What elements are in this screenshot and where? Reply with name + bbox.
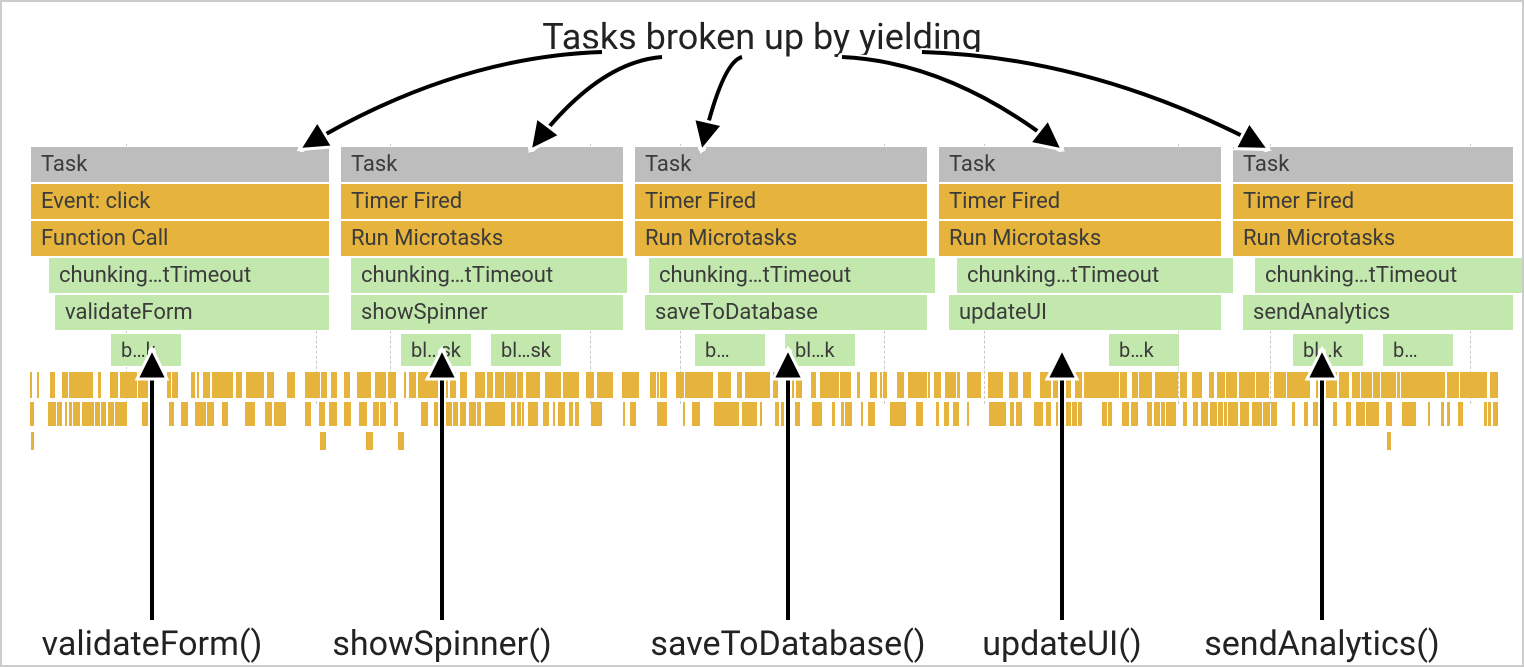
task-bar: Task [1232, 146, 1514, 183]
flame-row: Function Call Run Microtasks Run Microtask… [30, 220, 1498, 257]
flame-row: Event: click Timer Fired Timer Fired Timer … [30, 183, 1498, 220]
microtask-bar: Run Microtasks [938, 220, 1222, 257]
callout-label: validateForm() [42, 624, 263, 664]
flame-row: chunking…tTimeout chunking…tTimeout chunki… [30, 257, 1498, 294]
callout-label: showSpinner() [332, 624, 551, 664]
block-bar: b…k [110, 333, 182, 367]
microtask-bar: Run Microtasks [634, 220, 928, 257]
flame-chart: TaskTaskTaskTaskTaskEvent: clickTimer Fi… [30, 146, 1498, 458]
block-bar: bl…sk [400, 333, 472, 367]
arrow-down-icon [702, 57, 742, 148]
arrow-down-icon [842, 57, 1060, 148]
block-bar: bl…k [1292, 333, 1364, 367]
callout-label: sendAnalytics() [1204, 624, 1440, 664]
event-bar: Timer Fired [1232, 183, 1514, 220]
block-bar: b… [694, 333, 766, 367]
function-bar: updateUI [948, 294, 1222, 331]
function-bar: validateForm [54, 294, 330, 331]
chunking-bar: chunking…tTimeout [1254, 257, 1524, 294]
task-bar: Task [30, 146, 330, 183]
callout-label: updateUI() [982, 624, 1141, 664]
task-bar: Task [634, 146, 928, 183]
flame-row: b…k bl…sk bl…sk b… bl…k b…k bl…k b… [30, 331, 1498, 368]
block-bar: b… [1382, 333, 1454, 367]
activity-bars [30, 372, 1498, 458]
arrow-down-icon [532, 57, 662, 148]
chunking-bar: chunking…tTimeout [956, 257, 1234, 294]
callout-label: saveToDatabase() [650, 624, 925, 664]
bottom-labels: validateForm() showSpinner() saveToDatabas… [2, 624, 1524, 664]
block-bar: b…k [1108, 333, 1180, 367]
chunking-bar: chunking…tTimeout [350, 257, 628, 294]
microtask-bar: Run Microtasks [340, 220, 624, 257]
function-bar: saveToDatabase [644, 294, 928, 331]
microtask-bar: Function Call [30, 220, 330, 257]
diagram-frame: Tasks broken up by yielding Task Task Task… [0, 0, 1524, 667]
block-bar: bl…k [784, 333, 856, 367]
event-bar: Timer Fired [634, 183, 928, 220]
task-bar: Task [938, 146, 1222, 183]
microtask-bar: Run Microtasks [1232, 220, 1514, 257]
arrow-down-icon [922, 52, 1266, 148]
flame-row: TaskTaskTaskTaskTask [30, 146, 1498, 183]
task-bar: Task [340, 146, 624, 183]
function-bar: showSpinner [350, 294, 624, 331]
function-bar: sendAnalytics [1242, 294, 1514, 331]
event-bar: Timer Fired [340, 183, 624, 220]
diagram-title: Tasks broken up by yielding [2, 16, 1522, 58]
chunking-bar: chunking…tTimeout [48, 257, 330, 294]
flame-row: validateForm showSpinner saveToDatabase upd… [30, 294, 1498, 331]
arrow-down-icon [302, 52, 602, 148]
event-bar: Event: click [30, 183, 330, 220]
block-bar: bl…sk [490, 333, 562, 367]
event-bar: Timer Fired [938, 183, 1222, 220]
chunking-bar: chunking…tTimeout [648, 257, 936, 294]
